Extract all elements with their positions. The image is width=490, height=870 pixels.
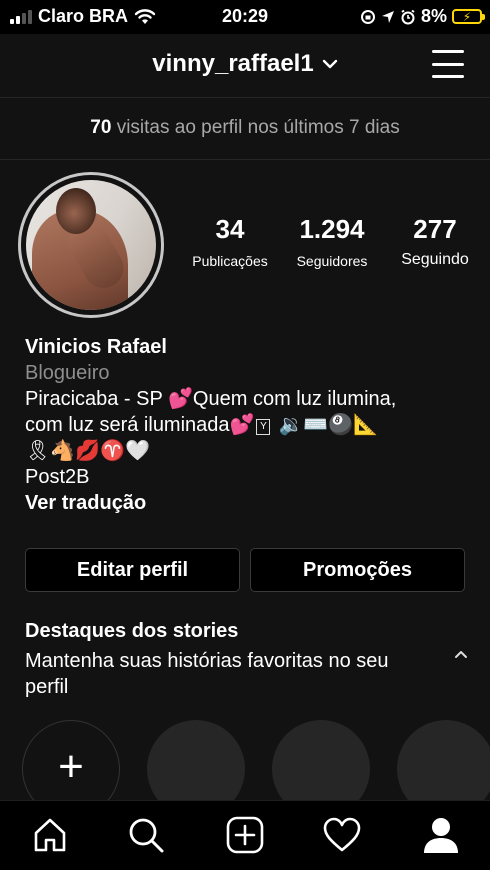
new-post-icon[interactable] (225, 815, 265, 855)
keycap-glyph: Y (256, 419, 271, 435)
alarm-icon (401, 9, 415, 24)
new-highlight-button[interactable]: + (22, 720, 120, 800)
username-title: vinny_raffael1 (152, 50, 314, 77)
stat-followers-value: 1.294 (299, 214, 365, 244)
stat-following[interactable]: 277 Seguindo (392, 214, 478, 269)
carrier-name: Claro BRA (38, 6, 129, 26)
stat-followers[interactable]: 1.294 Seguidores (289, 214, 375, 269)
bio-line-2-text: com luz será iluminada💕 (25, 414, 255, 436)
edit-profile-button[interactable]: Editar perfil (25, 548, 240, 592)
profile-action-buttons: Editar perfil Promoções (25, 548, 465, 592)
stat-following-label: Seguindo (401, 251, 469, 268)
see-translation-link[interactable]: Ver tradução (25, 490, 475, 516)
stat-followers-label: Seguidores (296, 253, 368, 269)
highlight-placeholder (397, 720, 490, 800)
highlights-subtitle: Mantenha suas histórias favoritas no seu… (25, 650, 389, 698)
highlights-title: Destaques dos stories (25, 620, 239, 642)
status-bar-left: Claro BRA (10, 6, 156, 27)
highlight-placeholder (147, 720, 245, 800)
cellular-signal-icon (10, 9, 32, 24)
hamburger-menu-icon[interactable] (432, 50, 464, 78)
chevron-up-icon[interactable] (454, 646, 468, 664)
bio-line-3: 🎗🐴💋♈️🤍 (25, 440, 150, 462)
highlight-placeholder (272, 720, 370, 800)
rotation-lock-icon (360, 9, 375, 24)
activity-heart-icon[interactable] (322, 815, 362, 855)
stat-posts-label: Publicações (192, 253, 268, 269)
avatar-photo (26, 180, 156, 310)
profile-category: Blogueiro (25, 362, 110, 384)
account-switcher[interactable]: vinny_raffael1 (0, 50, 490, 78)
battery-percent: 8% (420, 6, 447, 26)
wifi-icon (134, 8, 156, 24)
profile-name: Vinicios Rafael (25, 336, 167, 358)
profile-bio: Vinicios Rafael Blogueiro Piracicaba - S… (25, 334, 475, 516)
promotions-button[interactable]: Promoções (250, 548, 465, 592)
bottom-tab-bar (0, 800, 490, 870)
bio-line-1: Piracicaba - SP 💕Quem com luz ilumina, (25, 388, 397, 410)
profile-stats: 34 Publicações 1.294 Seguidores 277 Segu… (188, 214, 478, 269)
stat-posts-value: 34 (215, 214, 245, 244)
bio-line-2: com luz será iluminada💕 Y 🔉⌨️🎱📐 (25, 412, 475, 438)
bio-line-2-emoji: 🔉⌨️🎱📐 (278, 414, 379, 436)
status-bar: Claro BRA 20:29 8% ⚡ (0, 0, 490, 34)
stat-following-value: 277 (413, 214, 457, 244)
profile-visits-banner[interactable]: 70 visitas ao perfil nos últimos 7 dias (0, 98, 490, 160)
chevron-down-icon (322, 53, 338, 74)
highlights-row: + (0, 720, 490, 800)
profile-avatar[interactable] (18, 172, 164, 318)
visits-count: 70 (90, 117, 112, 138)
plus-icon: + (58, 742, 84, 791)
profile-icon[interactable] (421, 815, 461, 855)
profile-section: 34 Publicações 1.294 Seguidores 277 Segu… (0, 160, 490, 800)
home-icon[interactable] (30, 815, 70, 855)
search-icon[interactable] (126, 815, 166, 855)
visits-text: visitas ao perfil nos últimos 7 dias (111, 117, 400, 138)
profile-header: vinny_raffael1 (0, 34, 490, 98)
location-arrow-icon (381, 10, 394, 23)
status-bar-right: 8% ⚡ (360, 6, 485, 27)
bio-link[interactable]: Post2B (25, 464, 475, 490)
stat-posts[interactable]: 34 Publicações (188, 214, 272, 269)
battery-charging-icon: ⚡ (452, 9, 485, 24)
